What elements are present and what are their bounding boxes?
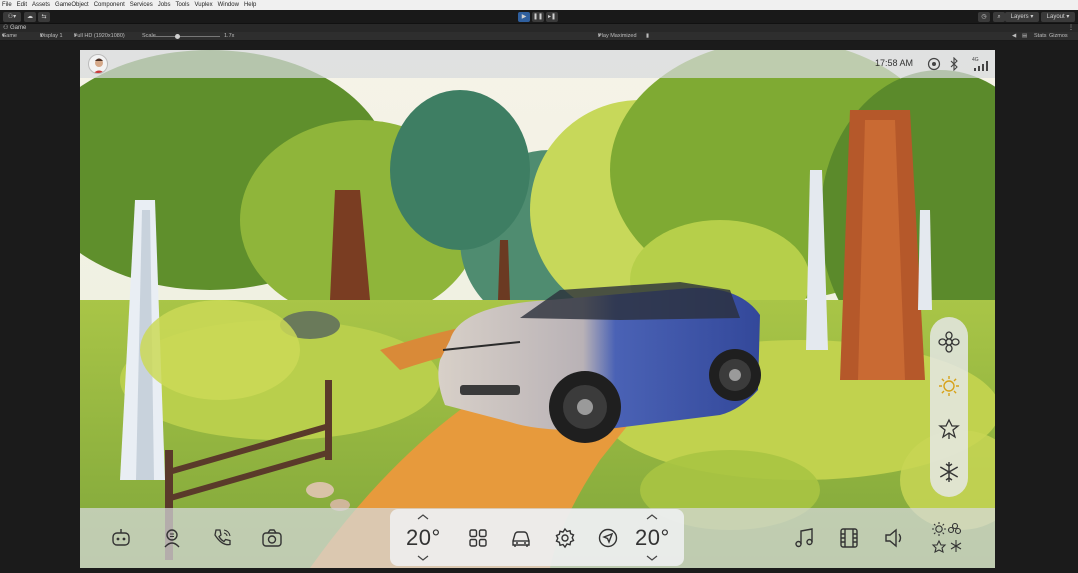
signal-label: 4G [972,57,979,63]
climate-mode-panel [930,317,968,497]
leaf-icon[interactable] [937,417,961,441]
sun-icon[interactable] [937,374,961,398]
menu-help[interactable]: Help [244,0,256,10]
forest-scene [80,50,995,568]
layout-dropdown[interactable]: Layout ▾ [1041,12,1075,22]
flower-icon[interactable] [937,330,961,354]
navigation-icon[interactable] [597,527,619,549]
editor-tab-row: ⚇ Game ⋮ [0,24,1078,32]
stats-toggle[interactable]: Stats [1034,32,1047,41]
left-temperature: 20° [406,525,441,550]
step-button[interactable]: ▸❚ [546,12,558,22]
resolution-dropdown[interactable]: Full HD (1920x1080) ▾ [74,32,125,41]
play-mode-dropdown[interactable]: Play Maximized ▾ [598,32,637,41]
camera-icon[interactable] [261,527,283,549]
tab-game[interactable]: Game [10,24,26,32]
status-time: 17:58 AM [875,58,914,68]
menu-edit[interactable]: Edit [17,0,27,10]
cloud-icon[interactable]: ☁ [24,12,36,22]
music-icon[interactable] [793,527,815,549]
scale-slider-handle[interactable] [175,34,180,39]
snowflake-icon[interactable] [937,460,961,484]
game-view[interactable]: 17:58 AM 4G 20° 20° [80,50,995,568]
account-dropdown[interactable]: ⚇▾ [3,12,21,22]
car-icon[interactable] [510,527,532,549]
phone-icon[interactable] [211,527,233,549]
audio-icon[interactable]: ◀ [1012,32,1016,41]
tab-menu-icon[interactable]: ⋮ [1068,24,1074,32]
user-avatar[interactable] [88,54,108,74]
signal-icon: 4G [972,57,988,71]
right-temperature: 20° [635,525,670,550]
left-temp-up-chevron-icon[interactable] [417,514,429,520]
menu-tools[interactable]: Tools [175,0,189,10]
film-icon[interactable] [838,527,860,549]
menu-vuplex[interactable]: Vuplex [194,0,212,10]
history-icon[interactable]: ◷ [978,12,990,22]
display-dropdown[interactable]: Display 1 ▾ [40,32,63,41]
gizmo-toggle-icon[interactable]: ▤ [1022,32,1027,41]
settings-icon[interactable] [554,527,576,549]
hvac-center-panel: 20° 20° [390,509,684,566]
unity-menu-bar: File Edit Assets GameObject Component Se… [0,0,1078,10]
pause-button[interactable]: ❚❚ [532,12,544,22]
view-mode-dropdown[interactable]: Game ▾ [2,32,17,41]
weather-seasons-icon[interactable] [929,519,965,555]
menu-component[interactable]: Component [94,0,125,10]
search-icon[interactable]: ⌕ [993,12,1005,22]
right-temp-up-chevron-icon[interactable] [646,514,658,520]
menu-services[interactable]: Services [130,0,153,10]
game-tab-icon: ⚇ [3,25,9,31]
right-temp-down-chevron-icon[interactable] [646,555,658,561]
scale-value: 1.7x [224,33,235,39]
game-view-toolbar: Game ▾ Display 1 ▾ Full HD (1920x1080) ▾… [0,32,1078,41]
status-bar: 17:58 AM 4G [80,50,995,78]
menu-gameobject[interactable]: GameObject [55,0,89,10]
layers-dropdown[interactable]: Layers ▾ [1005,12,1039,22]
scale-slider-track[interactable] [150,36,220,37]
menu-assets[interactable]: Assets [32,0,50,10]
apps-grid-icon[interactable] [467,527,489,549]
voice-assistant-icon[interactable] [161,527,183,549]
bluetooth-icon [950,57,958,71]
play-button[interactable]: ▶ [518,12,530,22]
robot-icon[interactable] [110,527,132,549]
menu-jobs[interactable]: Jobs [158,0,171,10]
mute-icon[interactable]: ▮ [646,32,649,41]
unity-toolbar: ⚇▾ ☁ ⇆ ▶ ❚❚ ▸❚ ◷ ⌕ Layers ▾ Layout ▾ [0,10,1078,24]
camera-status-icon [927,57,941,71]
volume-icon[interactable] [883,527,905,549]
menu-file[interactable]: File [2,0,12,10]
left-temp-down-chevron-icon[interactable] [417,555,429,561]
menu-window[interactable]: Window [218,0,239,10]
collab-icon[interactable]: ⇆ [38,12,50,22]
